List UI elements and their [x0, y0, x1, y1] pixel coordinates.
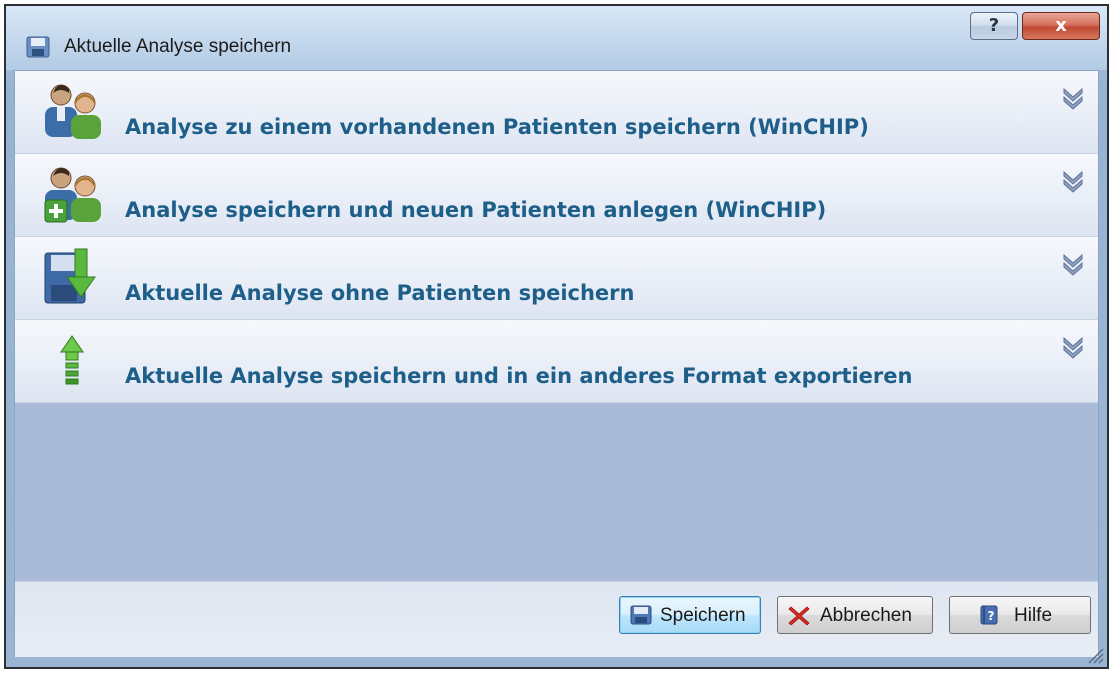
option-label: Aktuelle Analyse ohne Patienten speicher…	[125, 281, 635, 305]
close-icon	[788, 606, 810, 625]
chevron-double-down-icon[interactable]	[1061, 168, 1085, 194]
button-bar	[15, 581, 1098, 657]
chevron-double-down-icon[interactable]	[1061, 251, 1085, 277]
title-bar[interactable]: Aktuelle Analyse speichern ? x	[6, 6, 1107, 70]
dialog-content: Analyse zu einem vorhandenen Patienten s…	[14, 70, 1099, 657]
floppy-disk-icon	[630, 605, 652, 625]
option-label: Analyse speichern und neuen Patienten an…	[125, 198, 827, 222]
add-user-icon	[44, 167, 101, 223]
title-help-button[interactable]: ?	[970, 12, 1018, 40]
option-save-new-patient[interactable]: Analyse speichern und neuen Patienten an…	[15, 154, 1098, 237]
chevron-double-down-icon[interactable]	[1061, 334, 1085, 360]
help-book-icon: ?	[980, 605, 998, 625]
option-label: Analyse zu einem vorhandenen Patienten s…	[125, 115, 869, 139]
floppy-disk-icon	[26, 36, 50, 58]
chevron-double-down-icon[interactable]	[1061, 85, 1085, 111]
cancel-button[interactable]: Abbrechen	[777, 596, 933, 634]
users-icon	[45, 84, 101, 139]
save-down-icon	[44, 248, 96, 304]
window-title: Aktuelle Analyse speichern	[64, 36, 292, 57]
export-up-icon	[60, 335, 84, 385]
dialog-window: Aktuelle Analyse speichern ? x Analyse z…	[4, 4, 1109, 669]
save-button[interactable]: Speichern	[619, 596, 761, 634]
option-save-existing-patient[interactable]: Analyse zu einem vorhandenen Patienten s…	[15, 71, 1098, 154]
close-button[interactable]: x	[1022, 12, 1100, 40]
svg-text:?: ?	[988, 609, 995, 623]
help-button-label: Hilfe	[1014, 605, 1053, 626]
save-button-label: Speichern	[660, 605, 746, 626]
option-save-export[interactable]: Aktuelle Analyse speichern und in ein an…	[15, 320, 1098, 403]
option-label: Aktuelle Analyse speichern und in ein an…	[125, 364, 913, 388]
resize-grip-icon[interactable]	[1085, 645, 1105, 665]
cancel-button-label: Abbrechen	[820, 605, 912, 626]
option-save-without-patient[interactable]: Aktuelle Analyse ohne Patienten speicher…	[15, 237, 1098, 320]
help-button[interactable]: ? Hilfe	[949, 596, 1091, 634]
